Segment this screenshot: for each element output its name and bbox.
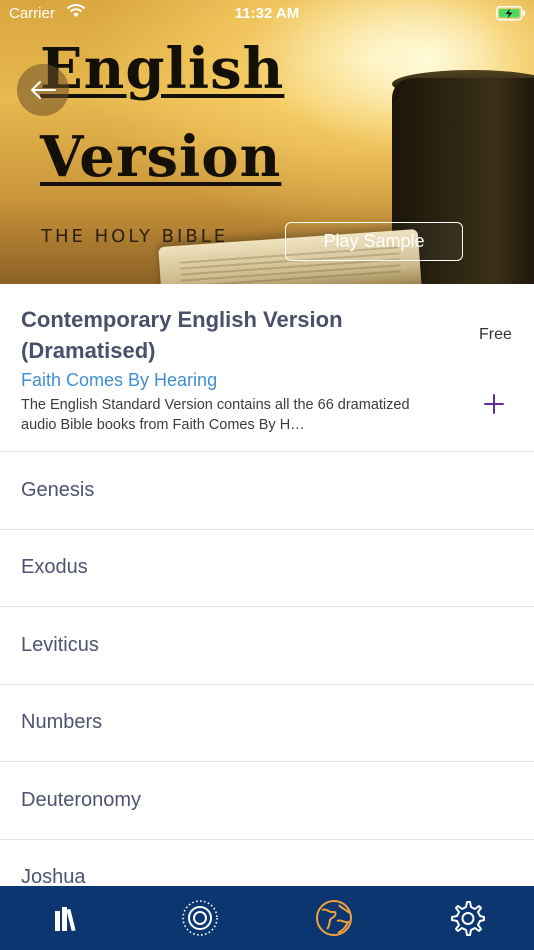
bible-title: Contemporary English Version (Dramatised… xyxy=(21,307,343,363)
globe-icon xyxy=(315,900,352,936)
play-sample-button[interactable]: Play Sample xyxy=(285,222,463,261)
back-button[interactable] xyxy=(17,64,69,116)
cover-line-1: English xyxy=(40,36,285,102)
battery-charging-icon xyxy=(496,6,525,21)
hero-banner: English Version THE HOLY BIBLE Play Samp… xyxy=(0,0,534,284)
tab-bar xyxy=(0,886,534,950)
gear-icon xyxy=(451,901,486,936)
book-row-deuteronomy[interactable]: Deuteronomy xyxy=(0,762,534,840)
bible-info-section: Contemporary English Version (Dramatised… xyxy=(0,284,534,452)
library-icon xyxy=(54,907,76,932)
tab-library[interactable] xyxy=(0,886,134,950)
publisher-link[interactable]: Faith Comes By Hearing xyxy=(21,370,217,391)
cover-subtitle: THE HOLY BIBLE xyxy=(41,226,229,247)
bible-description: The English Standard Version contains al… xyxy=(21,397,410,433)
plus-icon xyxy=(484,394,504,414)
tab-radio[interactable] xyxy=(134,886,268,950)
price-label: Free xyxy=(479,326,512,343)
book-row-exodus[interactable]: Exodus xyxy=(0,530,534,607)
book-row-numbers[interactable]: Numbers xyxy=(0,685,534,762)
tab-settings[interactable] xyxy=(401,886,534,950)
book-row-genesis[interactable]: Genesis xyxy=(0,452,534,530)
radio-icon xyxy=(182,900,219,936)
book-row-leviticus[interactable]: Leviticus xyxy=(0,607,534,685)
book-list: Genesis Exodus Leviticus Numbers Deutero… xyxy=(0,452,534,917)
tab-explore[interactable] xyxy=(267,886,401,950)
cover-line-2: Version xyxy=(40,124,282,190)
status-bar: Carrier 11:32 AM xyxy=(0,0,534,28)
add-button[interactable] xyxy=(478,388,510,420)
arrow-left-icon xyxy=(31,81,56,99)
status-time: 11:32 AM xyxy=(234,5,300,22)
